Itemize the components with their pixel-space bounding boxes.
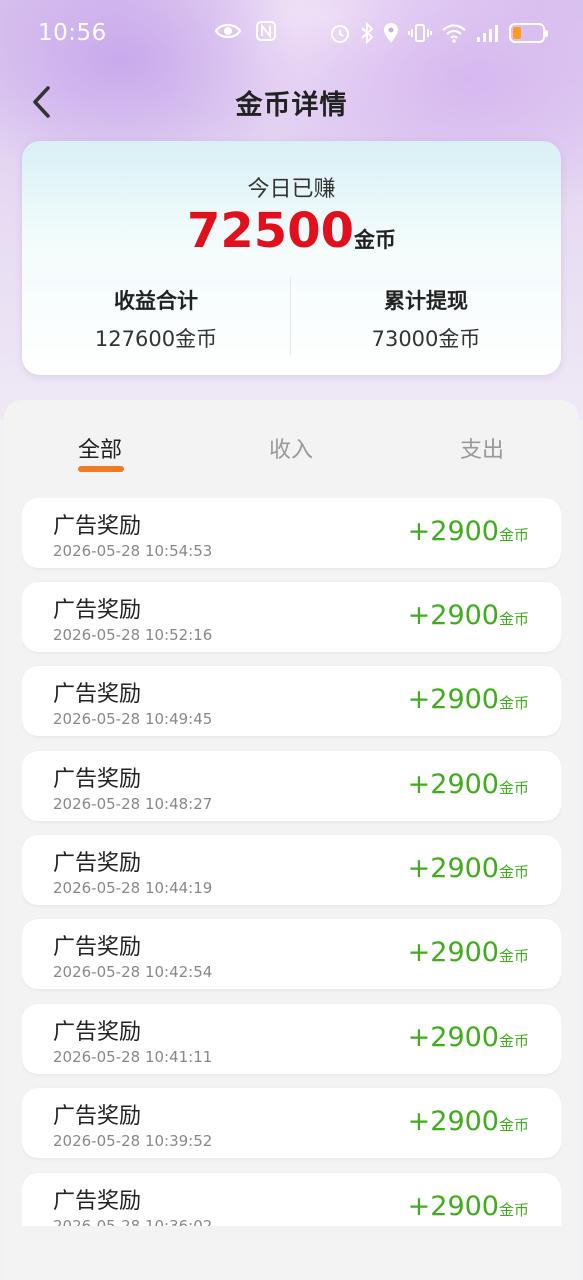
battery-icon <box>509 23 548 43</box>
item-name: 广告奖励 <box>53 682 142 707</box>
today-earned-amount: 72500金币 <box>22 203 561 259</box>
status-time: 10:56 <box>38 20 107 46</box>
item-amount: +2900金币 <box>408 1191 529 1222</box>
list-item[interactable]: 广告奖励 2026-05-28 10:42:54 +2900金币 <box>22 919 561 989</box>
item-amount-value: +2900 <box>407 1191 499 1222</box>
item-amount-value: +2900 <box>407 769 499 800</box>
summary-card: 今日已赚 72500金币 收益合计 127600金币 累计提现 73000金币 <box>22 141 561 375</box>
item-date: 2026-05-28 10:39:52 <box>53 1132 213 1150</box>
today-earned-unit: 金币 <box>354 228 396 252</box>
item-amount-unit: 金币 <box>498 694 529 712</box>
item-amount-unit: 金币 <box>498 526 529 544</box>
item-name: 广告奖励 <box>53 1189 142 1214</box>
item-amount: +2900金币 <box>408 684 529 715</box>
list-item[interactable]: 广告奖励 2026-05-28 10:36:02 +2900金币 <box>22 1173 561 1226</box>
list-item[interactable]: 广告奖励 2026-05-28 10:52:16 +2900金币 <box>22 582 561 652</box>
item-date: 2026-05-28 10:52:16 <box>53 626 213 644</box>
total-income-value: 127600金币 <box>94 327 218 351</box>
item-amount-unit: 金币 <box>498 1032 529 1050</box>
bluetooth-icon <box>361 22 374 44</box>
item-amount: +2900金币 <box>408 1106 529 1137</box>
total-income-stat: 收益合计 127600金币 <box>22 285 290 353</box>
item-amount-unit: 金币 <box>498 947 529 965</box>
item-date: 2026-05-28 10:54:53 <box>53 542 213 560</box>
item-date: 2026-05-28 10:49:45 <box>53 710 213 728</box>
alarm-icon <box>331 25 349 43</box>
tab-expense[interactable]: 支出 <box>432 432 532 464</box>
list-item[interactable]: 广告奖励 2026-05-28 10:54:53 +2900金币 <box>22 498 561 568</box>
active-tab-indicator <box>78 466 124 472</box>
back-chevron-icon[interactable] <box>26 84 62 120</box>
item-name: 广告奖励 <box>53 1020 142 1045</box>
list-item[interactable]: 广告奖励 2026-05-28 10:48:27 +2900金币 <box>22 751 561 821</box>
today-earned-value: 72500 <box>187 203 354 259</box>
item-date: 2026-05-28 10:48:27 <box>53 795 213 813</box>
page-title: 金币详情 <box>235 89 348 121</box>
status-mid-icons <box>215 20 277 42</box>
header-bar: 金币详情 <box>0 72 583 132</box>
signal-icon <box>477 25 498 42</box>
total-withdraw-stat: 累计提现 73000金币 <box>292 285 560 353</box>
item-amount: +2900金币 <box>408 853 529 884</box>
eye-icon <box>215 23 241 39</box>
location-icon <box>384 23 398 43</box>
item-amount: +2900金币 <box>408 516 529 547</box>
status-right-icons <box>329 22 548 44</box>
status-bar: 10:56 <box>0 0 583 66</box>
item-amount-unit: 金币 <box>498 863 529 881</box>
item-amount: +2900金币 <box>408 600 529 631</box>
item-name: 广告奖励 <box>53 1104 142 1129</box>
tab-income[interactable]: 收入 <box>241 432 341 464</box>
item-date: 2026-05-28 10:44:19 <box>53 879 213 897</box>
item-amount-value: +2900 <box>407 853 499 884</box>
item-amount-unit: 金币 <box>498 610 529 628</box>
item-date: 2026-05-28 10:42:54 <box>53 963 213 981</box>
total-income-label: 收益合计 <box>114 289 198 313</box>
item-name: 广告奖励 <box>53 935 142 960</box>
total-withdraw-value: 73000金币 <box>371 327 481 351</box>
stat-divider <box>290 277 291 355</box>
vibrate-icon <box>408 24 432 42</box>
item-name: 广告奖励 <box>53 767 142 792</box>
list-item[interactable]: 广告奖励 2026-05-28 10:39:52 +2900金币 <box>22 1088 561 1158</box>
item-name: 广告奖励 <box>53 514 142 539</box>
item-amount-unit: 金币 <box>498 1201 529 1219</box>
tab-all[interactable]: 全部 <box>50 432 150 464</box>
item-amount: +2900金币 <box>408 769 529 800</box>
today-earned-label: 今日已赚 <box>247 177 336 202</box>
item-amount-value: +2900 <box>407 684 499 715</box>
item-name: 广告奖励 <box>53 851 142 876</box>
item-date: 2026-05-28 10:36:02 <box>53 1217 213 1226</box>
item-amount-value: +2900 <box>407 600 499 631</box>
item-amount-value: +2900 <box>407 1106 499 1137</box>
item-amount-unit: 金币 <box>498 779 529 797</box>
item-amount: +2900金币 <box>408 1022 529 1053</box>
item-amount: +2900金币 <box>408 937 529 968</box>
item-amount-value: +2900 <box>407 516 499 547</box>
item-date: 2026-05-28 10:41:11 <box>53 1048 213 1066</box>
wifi-icon <box>442 24 466 43</box>
list-item[interactable]: 广告奖励 2026-05-28 10:49:45 +2900金币 <box>22 666 561 736</box>
item-amount-value: +2900 <box>407 937 499 968</box>
list-item[interactable]: 广告奖励 2026-05-28 10:44:19 +2900金币 <box>22 835 561 905</box>
item-amount-value: +2900 <box>407 1022 499 1053</box>
total-withdraw-label: 累计提现 <box>384 289 468 313</box>
transaction-list[interactable]: 广告奖励 2026-05-28 10:54:53 +2900金币 广告奖励 20… <box>22 498 561 1226</box>
nfc-icon <box>256 21 276 41</box>
list-item[interactable]: 广告奖励 2026-05-28 10:41:11 +2900金币 <box>22 1004 561 1074</box>
item-amount-unit: 金币 <box>498 1116 529 1134</box>
item-name: 广告奖励 <box>53 598 142 623</box>
